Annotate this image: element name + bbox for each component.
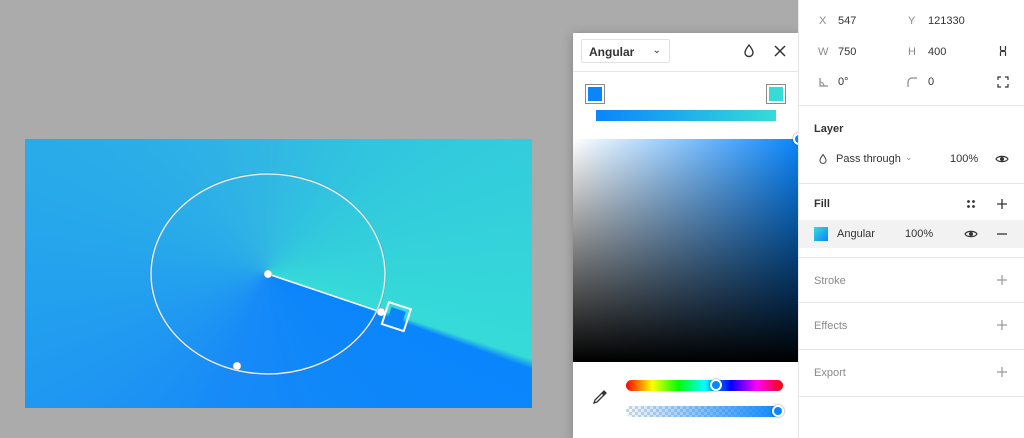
- fill-row[interactable]: Angular 100%: [799, 220, 1024, 248]
- picker-header: Angular ⌄: [573, 33, 798, 72]
- add-effect-icon[interactable]: [995, 318, 1009, 332]
- gradient-preview-bar[interactable]: [596, 110, 776, 121]
- hue-knob[interactable]: [710, 379, 722, 391]
- corner-radius-icon: [907, 77, 917, 87]
- fill-type-label[interactable]: Angular: [837, 228, 875, 240]
- fill-section-title: Fill: [814, 198, 830, 210]
- gradient-stop-right[interactable]: [766, 84, 786, 104]
- chevron-down-icon: ⌄: [905, 152, 913, 162]
- eye-icon[interactable]: [995, 152, 1009, 166]
- opacity-slider[interactable]: [626, 405, 784, 417]
- add-stroke-icon[interactable]: [995, 273, 1009, 287]
- properties-panel: X 547 Y 121330 W 750 H 400 0° 0 Layer Pa…: [798, 0, 1024, 438]
- divider: [799, 396, 1024, 397]
- rotation-field[interactable]: 0°: [838, 76, 849, 88]
- constrain-proportions-icon[interactable]: [996, 44, 1010, 58]
- chevron-down-icon: ⌄: [652, 45, 661, 56]
- eyedropper-icon[interactable]: [591, 388, 609, 406]
- corner-radius-field[interactable]: 0: [928, 76, 934, 88]
- blend-drop-icon: [819, 153, 827, 164]
- add-fill-icon[interactable]: [995, 197, 1009, 211]
- layer-opacity-field[interactable]: 100%: [950, 153, 978, 165]
- stroke-section-title: Stroke: [814, 275, 846, 287]
- gradient-width-handle[interactable]: [232, 361, 242, 371]
- independent-corners-icon[interactable]: [996, 75, 1010, 89]
- remove-fill-icon[interactable]: [995, 227, 1009, 241]
- stop-swatch-left: [588, 87, 602, 101]
- blend-drop-icon[interactable]: [740, 42, 758, 60]
- layer-section-title: Layer: [814, 123, 844, 135]
- divider: [799, 105, 1024, 106]
- fill-opacity-field[interactable]: 100%: [905, 228, 933, 240]
- h-field[interactable]: 400: [928, 46, 946, 58]
- y-field[interactable]: 121330: [928, 15, 965, 27]
- gradient-angle-line: [267, 273, 382, 313]
- effects-section-title: Effects: [814, 320, 848, 332]
- hue-slider[interactable]: [626, 379, 783, 391]
- y-label: Y: [908, 15, 916, 27]
- fill-swatch[interactable]: [814, 227, 828, 241]
- h-label: H: [908, 46, 916, 58]
- w-label: W: [818, 46, 829, 58]
- eye-icon[interactable]: [964, 227, 978, 241]
- add-export-icon[interactable]: [995, 365, 1009, 379]
- gradient-center-handle[interactable]: [263, 269, 273, 279]
- x-field[interactable]: 547: [838, 15, 856, 27]
- export-section-title: Export: [814, 367, 846, 379]
- gradient-stops-area: [573, 72, 798, 138]
- opacity-knob[interactable]: [772, 405, 784, 417]
- gradient-type-label: Angular: [589, 45, 635, 59]
- gradient-stop-left[interactable]: [585, 84, 605, 104]
- divider: [799, 183, 1024, 184]
- close-icon[interactable]: [771, 42, 789, 60]
- saturation-value-field[interactable]: [573, 133, 805, 362]
- blend-mode-select[interactable]: Pass through: [836, 153, 901, 165]
- color-picker-popover: Angular ⌄: [573, 33, 805, 438]
- rotation-icon: [819, 78, 828, 87]
- stop-swatch-right: [769, 87, 783, 101]
- x-label: X: [819, 15, 827, 27]
- w-field[interactable]: 750: [838, 46, 856, 58]
- gradient-type-select[interactable]: Angular ⌄: [581, 39, 670, 63]
- divider: [799, 302, 1024, 303]
- divider: [799, 349, 1024, 350]
- styles-grid-icon[interactable]: [964, 197, 978, 211]
- divider: [799, 257, 1024, 258]
